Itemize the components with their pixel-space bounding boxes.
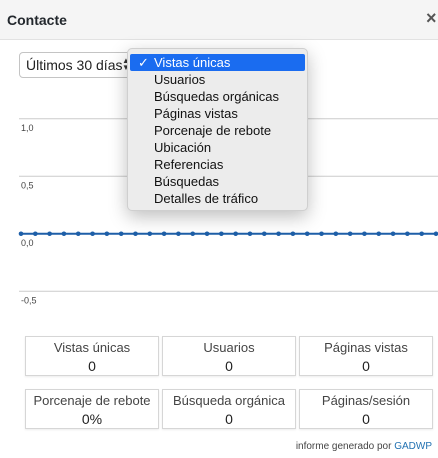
panel-title: Contacte: [7, 12, 67, 28]
stat-label: Búsqueda orgánica: [172, 393, 286, 408]
data-point: [405, 231, 410, 237]
dropdown-option-5[interactable]: Ubicación: [128, 139, 307, 156]
close-icon[interactable]: ×: [426, 8, 438, 28]
dropdown-option-label: Búsquedas: [154, 174, 220, 189]
data-point: [276, 231, 281, 237]
dropdown-option-label: Vistas únicas: [154, 55, 231, 70]
data-point: [390, 231, 396, 237]
data-point: [147, 231, 153, 237]
stat-value: 0: [362, 411, 370, 427]
gadwp-link[interactable]: GADWP: [394, 441, 432, 452]
data-point: [47, 231, 52, 237]
dropdown-option-label: Referencias: [154, 157, 224, 172]
data-point: [190, 231, 196, 237]
stat-value: 0: [225, 411, 233, 427]
data-point: [233, 231, 238, 237]
stat-page-views: Páginas vistas 0: [299, 336, 433, 376]
date-range-select[interactable]: Últimos 30 días: [19, 52, 137, 78]
stat-value: 0%: [81, 411, 103, 427]
dropdown-option-1[interactable]: Usuarios: [128, 71, 307, 88]
y-tick-label: 1,0: [21, 123, 34, 133]
data-point: [319, 231, 324, 237]
dropdown-option-label: Usuarios: [154, 72, 206, 87]
data-point: [161, 231, 167, 237]
data-point: [433, 231, 438, 237]
data-point: [304, 231, 310, 237]
data-point: [61, 231, 67, 237]
dropdown-option-label: Páginas vistas: [154, 106, 238, 121]
data-point: [90, 231, 95, 237]
data-point: [362, 231, 367, 237]
y-tick-label: 0,0: [21, 238, 34, 248]
data-point: [133, 231, 138, 237]
data-point: [419, 231, 424, 237]
data-point: [204, 231, 210, 237]
dropdown-option-6[interactable]: Referencias: [128, 156, 307, 173]
stat-label: Usuarios: [203, 340, 255, 355]
stat-unique-views: Vistas únicas 0: [25, 336, 159, 376]
data-point: [75, 231, 81, 237]
data-point: [18, 231, 24, 237]
dropdown-option-2[interactable]: Búsquedas orgánicas: [128, 88, 307, 105]
y-tick-label: -0,5: [21, 295, 37, 305]
panel-header: Contacte ×: [0, 0, 438, 40]
stat-value: 0: [225, 358, 233, 374]
stat-bounce-rate: Porcenaje de rebote 0%: [25, 389, 159, 429]
dropdown-option-8[interactable]: Detalles de tráfico: [128, 190, 307, 207]
stat-value: 0: [362, 358, 370, 374]
checkmark-icon: ✓: [138, 55, 149, 70]
dropdown-option-7[interactable]: Búsquedas: [128, 173, 307, 190]
stat-label: Páginas/sesión: [321, 393, 411, 408]
dropdown-option-3[interactable]: Páginas vistas: [128, 105, 307, 122]
data-point: [261, 231, 267, 237]
report-footer: informe generado por GADWP: [296, 441, 432, 452]
data-point: [33, 231, 38, 237]
dropdown-option-label: Detalles de tráfico: [154, 191, 259, 206]
stat-label: Porcenaje de rebote: [33, 393, 151, 408]
data-point: [290, 231, 296, 237]
stat-value: 0: [88, 358, 96, 374]
dropdown-option-4[interactable]: Porcenaje de rebote: [128, 122, 307, 139]
footer-text: informe generado por: [295, 441, 392, 452]
data-point: [376, 231, 382, 237]
stat-pages-per-session: Páginas/sesión 0: [299, 389, 433, 429]
data-point: [104, 231, 110, 237]
stat-users: Usuarios 0: [162, 336, 296, 376]
stat-label: Páginas vistas: [324, 340, 408, 355]
y-tick-label: 0,5: [21, 180, 34, 190]
data-point: [176, 231, 181, 237]
dropdown-option-label: Búsquedas orgánicas: [154, 89, 280, 104]
data-point: [347, 231, 353, 237]
stat-label: Vistas únicas: [53, 340, 131, 355]
data-point: [333, 231, 339, 237]
dropdown-option-label: Porcenaje de rebote: [154, 123, 272, 138]
data-point: [247, 231, 253, 237]
stat-organic-search: Búsqueda orgánica 0: [162, 389, 296, 429]
dropdown-option-label: Ubicación: [154, 140, 212, 155]
data-point: [219, 231, 224, 237]
dropdown-option-0[interactable]: ✓ Vistas únicas: [130, 54, 305, 71]
query-dropdown[interactable]: ✓ Vistas únicas Usuarios Búsquedas orgán…: [127, 48, 308, 211]
data-point: [118, 231, 124, 237]
